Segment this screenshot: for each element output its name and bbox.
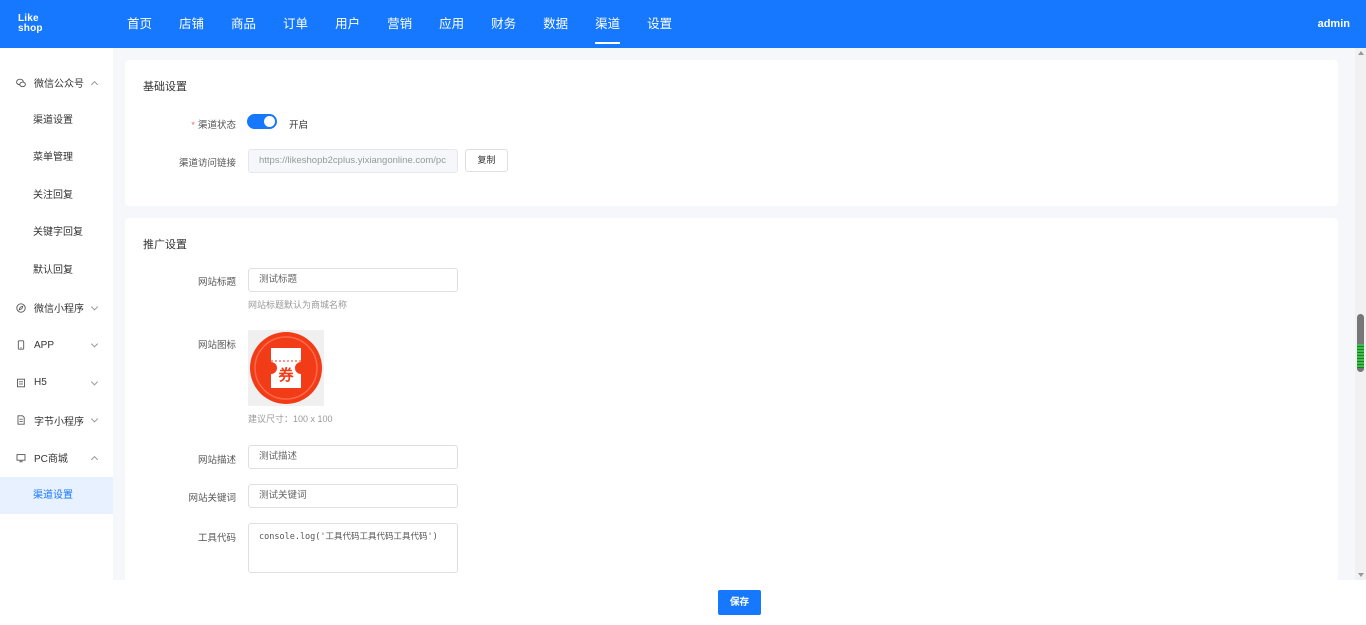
svg-text:券: 券 (278, 366, 294, 384)
nav-apps[interactable]: 应用 (439, 0, 464, 48)
basic-settings-card: 基础设置 * 渠道状态 开启 渠道访问链接 https://likeshopb2c… (125, 60, 1338, 206)
chevron-down-icon (90, 378, 99, 386)
logo-line2: shop (18, 23, 43, 34)
chevron-down-icon (90, 415, 99, 423)
site-desc-label: 网站描述 (197, 455, 236, 466)
document-icon (16, 415, 26, 425)
sidebar-group-h5[interactable]: H5 (0, 364, 113, 402)
chevron-up-icon (90, 80, 99, 88)
sidebar-group-label: H5 (34, 377, 47, 389)
sidebar-item-menu-management[interactable]: 菜单管理 (0, 139, 113, 177)
chevron-down-icon (90, 340, 99, 348)
nav-finance[interactable]: 财务 (491, 0, 516, 48)
sidebar-group-label: 微信小程序 (34, 304, 84, 316)
nav-marketing[interactable]: 营销 (387, 0, 412, 48)
site-keywords-label: 网站关键词 (188, 493, 236, 504)
sidebar-item-follow-reply[interactable]: 关注回复 (0, 177, 113, 215)
compass-icon (16, 303, 26, 313)
scroll-thumb[interactable] (1357, 314, 1364, 372)
nav-store[interactable]: 店铺 (179, 0, 204, 48)
sidebar-group-label: 字节小程序 (34, 416, 84, 428)
site-title-label: 网站标题 (197, 277, 236, 288)
sidebar-group-wechat-oa[interactable]: 微信公众号 (0, 64, 113, 102)
chevron-up-icon (90, 455, 99, 463)
site-icon-label: 网站图标 (197, 340, 236, 351)
tool-code-textarea[interactable]: console.log('工具代码工具代码工具代码') (248, 523, 458, 573)
nav-data[interactable]: 数据 (543, 0, 568, 48)
chevron-down-icon (90, 303, 99, 311)
promotion-settings-card: 推广设置 网站标题 测试标题 网站标题默认为商城名称 网站图标 券 建议尺寸：1… (125, 218, 1338, 580)
channel-link-field[interactable]: https://likeshopb2cplus.yixiangonline.co… (248, 149, 458, 173)
sidebar-group-app[interactable]: APP (0, 327, 113, 365)
sidebar-group-label: PC商城 (34, 454, 68, 466)
tool-code-label: 工具代码 (197, 533, 236, 544)
sidebar-item-pc-channel-settings[interactable]: 渠道设置 (0, 476, 113, 514)
promotion-settings-title: 推广设置 (143, 239, 187, 251)
sidebar-group-label: APP (34, 339, 55, 351)
scroll-up-arrow-icon[interactable] (1358, 51, 1364, 55)
phone-icon (16, 340, 26, 350)
user-menu[interactable]: admin (1318, 0, 1350, 48)
scroll-down-arrow-icon[interactable] (1358, 573, 1364, 577)
site-title-hint: 网站标题默认为商城名称 (248, 300, 348, 310)
sidebar-group-pc-mall[interactable]: PC商城 (0, 439, 113, 477)
coupon-logo-image: 券 (250, 332, 322, 404)
page-scrollbar[interactable] (1355, 48, 1366, 580)
nav-users[interactable]: 用户 (335, 0, 360, 48)
basic-settings-title: 基础设置 (143, 81, 187, 93)
nav-channels[interactable]: 渠道 (595, 0, 621, 48)
h5-icon (16, 378, 26, 388)
site-desc-input[interactable]: 测试描述 (248, 445, 458, 469)
site-icon-upload[interactable]: 券 (248, 330, 324, 406)
nav-settings[interactable]: 设置 (647, 0, 672, 48)
top-navbar: Like shop 首页 店铺 商品 订单 用户 营销 应用 财务 数据 渠道 … (0, 0, 1366, 48)
footer-bar: 保存 (0, 580, 1366, 625)
wechat-icon (16, 78, 26, 88)
save-button[interactable]: 保存 (718, 590, 761, 615)
nav-home[interactable]: 首页 (127, 0, 152, 48)
site-title-input[interactable]: 测试标题 (248, 268, 458, 292)
site-icon-hint: 建议尺寸：100 x 100 (248, 414, 333, 424)
sidebar-group-label: 微信公众号 (34, 79, 84, 91)
sidebar-item-keyword-reply[interactable]: 关键字回复 (0, 214, 113, 252)
channel-status-text: 开启 (289, 120, 309, 131)
channel-link-label: 渠道访问链接 (178, 158, 236, 169)
copy-button[interactable]: 复制 (465, 149, 508, 172)
main-content: 基础设置 * 渠道状态 开启 渠道访问链接 https://likeshopb2c… (113, 48, 1355, 580)
sidebar-item-default-reply[interactable]: 默认回复 (0, 252, 113, 290)
required-asterisk: * (191, 120, 195, 131)
nav-goods[interactable]: 商品 (231, 0, 256, 48)
site-keywords-input[interactable]: 测试关键词 (248, 484, 458, 508)
sidebar-group-bytedance[interactable]: 字节小程序 (0, 402, 113, 440)
main-nav: 首页 店铺 商品 订单 用户 营销 应用 财务 数据 渠道 设置 (127, 0, 699, 48)
sidebar-item-oa-channel-settings[interactable]: 渠道设置 (0, 102, 113, 140)
sidebar: 微信公众号 渠道设置 菜单管理 关注回复 关键字回复 默认回复 微信小程序 AP… (0, 48, 113, 580)
channel-status-toggle[interactable] (247, 114, 277, 129)
monitor-icon (16, 453, 26, 463)
logo[interactable]: Like shop (0, 0, 60, 48)
channel-status-label: * 渠道状态 (191, 120, 236, 131)
sidebar-group-mini-program[interactable]: 微信小程序 (0, 289, 113, 327)
nav-orders[interactable]: 订单 (283, 0, 308, 48)
